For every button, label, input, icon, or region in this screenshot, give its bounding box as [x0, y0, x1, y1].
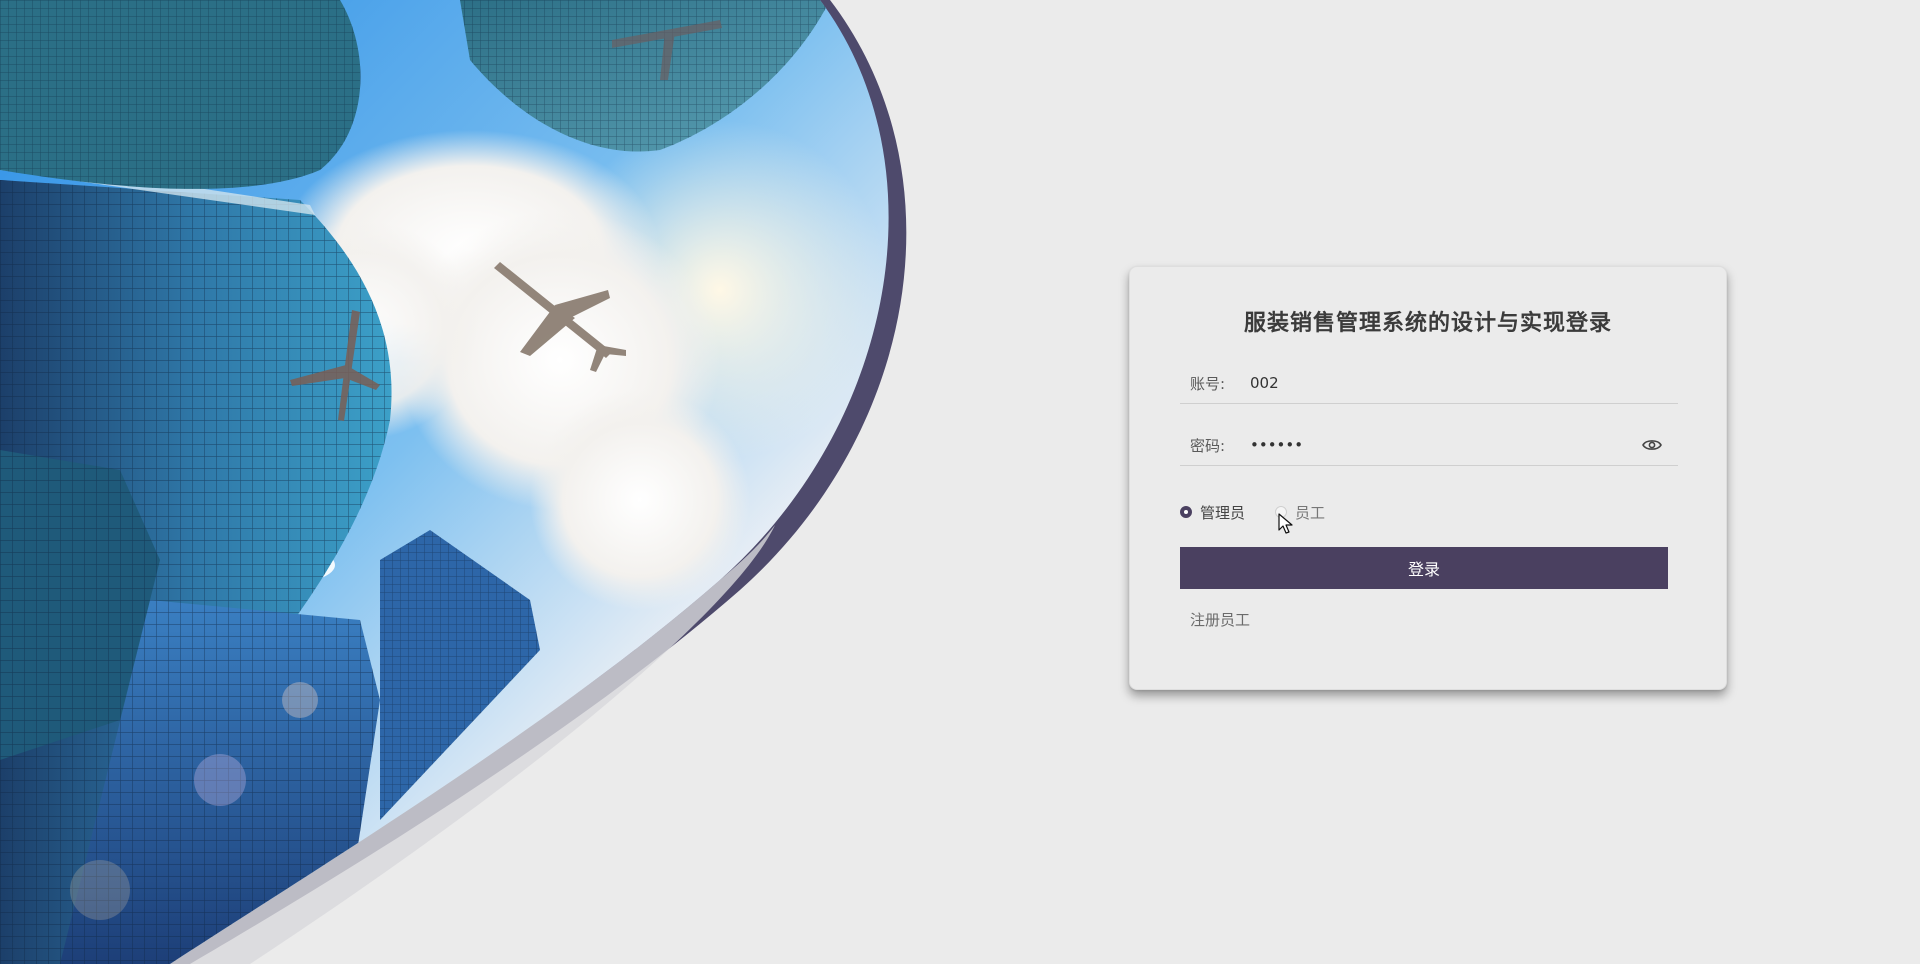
account-input[interactable]	[1250, 368, 1678, 398]
password-field-row: 密码:	[1180, 425, 1678, 466]
login-card: 服装销售管理系统的设计与实现登录 账号: 密码: 管理员 员工	[1129, 266, 1727, 690]
account-field-row: 账号:	[1180, 363, 1678, 404]
password-input[interactable]	[1250, 430, 1640, 460]
login-page: 服装销售管理系统的设计与实现登录 账号: 密码: 管理员 员工	[0, 0, 1920, 964]
cursor-arrow-icon	[1278, 513, 1294, 535]
radio-checked-icon	[1180, 506, 1192, 518]
eye-icon[interactable]	[1640, 433, 1664, 457]
role-admin-label: 管理员	[1200, 503, 1246, 522]
role-radio-group: 管理员 员工	[1180, 500, 1355, 524]
login-button[interactable]: 登录	[1180, 547, 1668, 589]
password-label: 密码:	[1190, 436, 1226, 455]
hero-skyline-image	[0, 0, 920, 964]
login-title: 服装销售管理系统的设计与实现登录	[1243, 311, 1612, 336]
account-label: 账号:	[1190, 374, 1226, 393]
role-radio-admin[interactable]: 管理员	[1180, 502, 1245, 523]
register-staff-link[interactable]: 注册员工	[1190, 609, 1250, 630]
role-staff-label: 员工	[1295, 503, 1326, 522]
